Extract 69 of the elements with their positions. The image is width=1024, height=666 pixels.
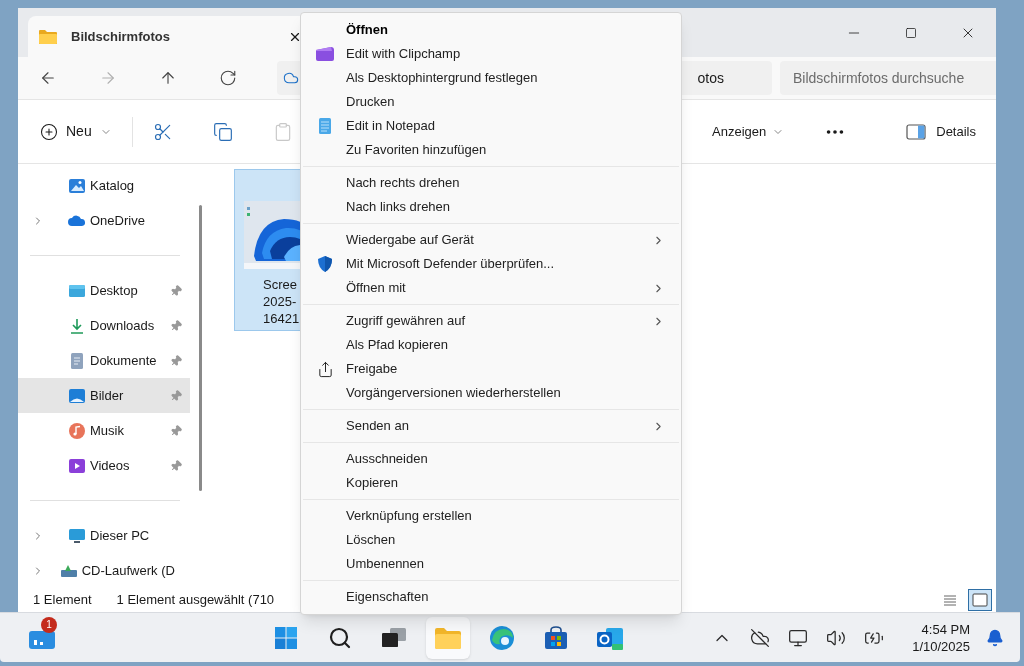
monitor-icon[interactable] bbox=[788, 627, 809, 648]
menu-item[interactable]: Edit in Notepad bbox=[301, 114, 681, 138]
sidebar-item[interactable]: Bilder bbox=[18, 378, 190, 413]
menu-item[interactable]: Öffnen mit bbox=[301, 276, 681, 300]
pictures-icon bbox=[68, 386, 86, 405]
sidebar-item[interactable]: Dokumente bbox=[18, 343, 190, 378]
clock[interactable]: 4:54 PM 1/10/2025 bbox=[912, 620, 970, 655]
copy-icon[interactable] bbox=[212, 121, 233, 142]
notification-bell-icon[interactable] bbox=[986, 628, 1004, 647]
document-icon bbox=[68, 351, 86, 370]
share-icon bbox=[316, 360, 334, 378]
menu-item[interactable]: Kopieren bbox=[301, 471, 681, 495]
menu-item[interactable]: Drucken bbox=[301, 90, 681, 114]
menu-item[interactable]: Zugriff gewähren auf bbox=[301, 309, 681, 333]
scissors-icon[interactable] bbox=[152, 121, 173, 142]
file-name: 2025- bbox=[263, 293, 298, 310]
details-pane-icon bbox=[906, 123, 927, 140]
sidebar-item[interactable]: Katalog bbox=[18, 168, 190, 203]
download-icon bbox=[68, 316, 86, 335]
menu-item[interactable]: Nach rechts drehen bbox=[301, 171, 681, 195]
menu-item[interactable]: Wiedergabe auf Gerät bbox=[301, 228, 681, 252]
menu-item[interactable]: Eigenschaften bbox=[301, 585, 681, 609]
sidebar-item[interactable]: OneDrive bbox=[18, 203, 190, 238]
file-name: 16421 bbox=[263, 310, 300, 327]
monitor-icon bbox=[68, 526, 86, 545]
menu-item[interactable]: Nach links drehen bbox=[301, 195, 681, 219]
notepad-icon bbox=[318, 117, 332, 135]
sidebar-item[interactable]: Musik bbox=[18, 413, 190, 448]
menu-item[interactable]: Senden an bbox=[301, 414, 681, 438]
details-button[interactable]: Details bbox=[906, 121, 976, 142]
menu-item[interactable]: Zu Favoriten hinzufügen bbox=[301, 138, 681, 162]
menu-item[interactable]: Mit Microsoft Defender überprüfen... bbox=[301, 252, 681, 276]
menu-item[interactable]: Ausschneiden bbox=[301, 447, 681, 471]
sidebar-item[interactable]: CD-Laufwerk (D bbox=[18, 553, 190, 588]
plus-icon bbox=[40, 122, 58, 141]
tab-title: Bildschirmfotos bbox=[71, 27, 171, 46]
menu-item[interactable]: Vorgängerversionen wiederherstellen bbox=[301, 381, 681, 405]
search-field[interactable]: Bildschirmfotos durchsuche bbox=[780, 61, 996, 95]
view-button[interactable]: Anzeigen bbox=[712, 121, 785, 142]
shield-icon bbox=[316, 255, 334, 273]
list-icon bbox=[943, 594, 957, 606]
refresh-icon[interactable] bbox=[219, 69, 237, 87]
menu-item[interactable]: Freigabe bbox=[301, 357, 681, 381]
sidebar-item[interactable]: Downloads bbox=[18, 308, 190, 343]
cloud-off-icon[interactable] bbox=[750, 627, 771, 648]
sidebar-item[interactable]: Videos bbox=[18, 448, 190, 483]
new-button[interactable]: Neu bbox=[40, 121, 128, 142]
sidebar-item[interactable]: Desktop bbox=[18, 273, 190, 308]
folder-icon bbox=[38, 28, 58, 45]
sidebar-item[interactable]: Dieser PC bbox=[18, 518, 190, 553]
menu-item[interactable]: Umbenennen bbox=[301, 552, 681, 576]
gallery-icon bbox=[68, 176, 86, 195]
notification-badge: 1 bbox=[41, 616, 57, 633]
music-icon bbox=[68, 421, 86, 440]
address-text: otos bbox=[697, 68, 724, 88]
menu-item[interactable]: Als Desktophintergrund festlegen bbox=[301, 66, 681, 90]
menu-item[interactable]: Löschen bbox=[301, 528, 681, 552]
menu-item[interactable]: Als Pfad kopieren bbox=[301, 333, 681, 357]
maximize-icon[interactable] bbox=[904, 26, 917, 39]
cloud-icon bbox=[283, 70, 299, 86]
file-name: Scree bbox=[263, 276, 298, 293]
video-icon bbox=[68, 456, 86, 475]
clipchamp-icon bbox=[315, 46, 335, 62]
scrollbar[interactable] bbox=[198, 205, 202, 491]
menu-item[interactable]: Verknüpfung erstellen bbox=[301, 504, 681, 528]
selection-info: 1 Element ausgewählt (710 bbox=[116, 591, 275, 610]
file-tile[interactable]: Scree 2025- 16421 bbox=[234, 169, 300, 331]
tiles-view-button[interactable] bbox=[968, 589, 992, 611]
item-count: 1 Element bbox=[33, 591, 92, 610]
